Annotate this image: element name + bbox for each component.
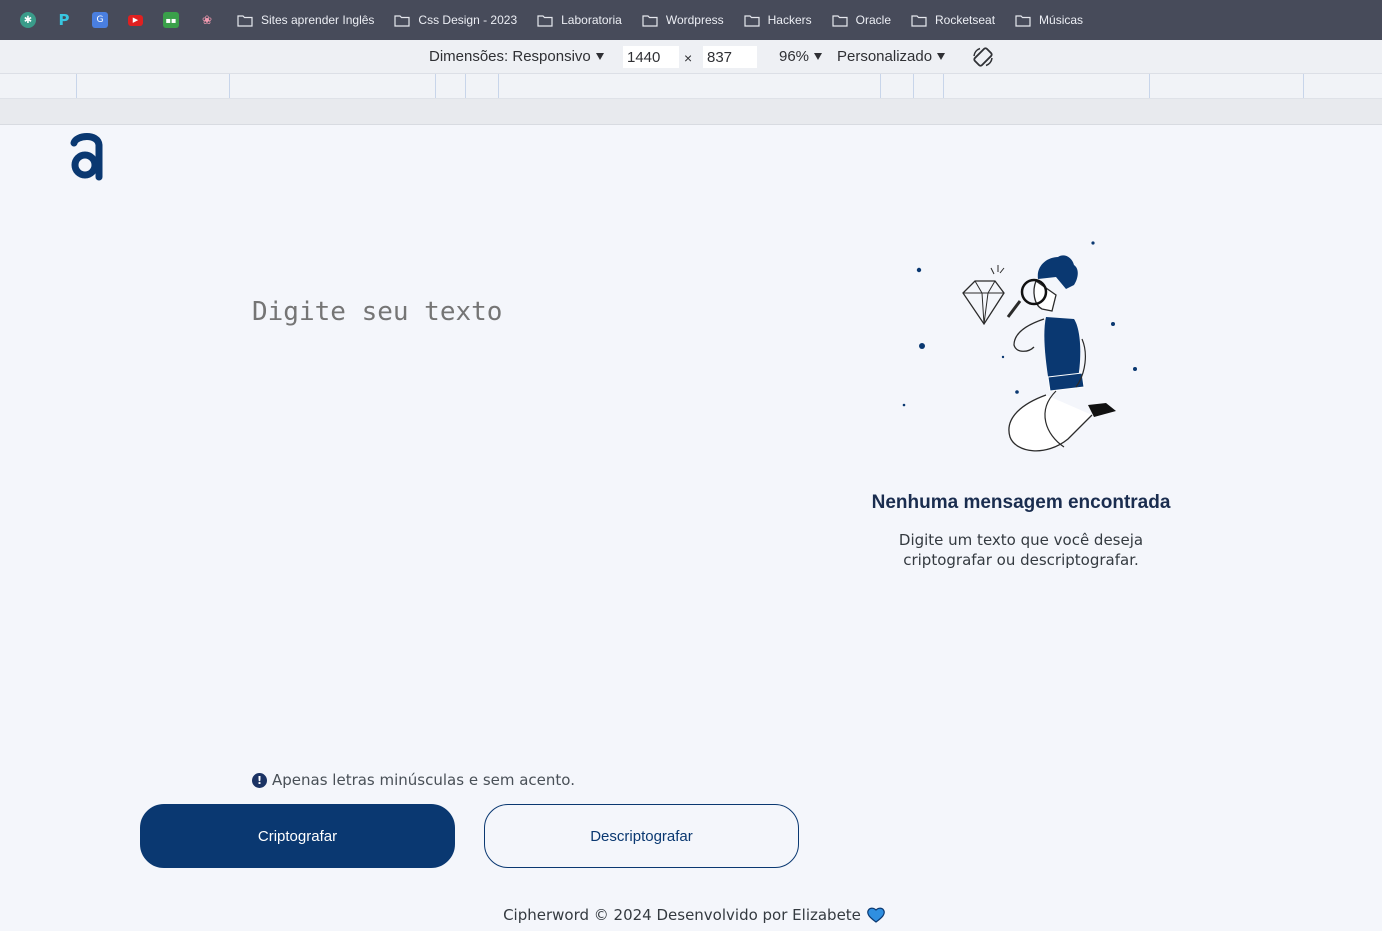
message-textarea[interactable] bbox=[252, 297, 792, 777]
folder-icon bbox=[1015, 14, 1031, 27]
bookmark-folder-label: Css Design - 2023 bbox=[418, 13, 518, 27]
bookmark-folder-label: Rocketseat bbox=[935, 13, 996, 27]
logo-icon bbox=[70, 133, 103, 181]
brain-icon[interactable]: ❀ bbox=[199, 12, 215, 28]
translate-icon[interactable]: G bbox=[92, 12, 108, 28]
width-input[interactable] bbox=[623, 46, 679, 68]
encrypt-button[interactable]: Criptografar bbox=[140, 804, 455, 868]
ruler-spacer bbox=[0, 99, 1382, 125]
bookmark-folder-label: Wordpress bbox=[665, 13, 724, 27]
heart-icon bbox=[867, 907, 885, 923]
throttle-dropdown[interactable]: Personalizado bbox=[837, 48, 946, 65]
rotate-icon[interactable] bbox=[972, 46, 994, 68]
bookmark-folder[interactable]: Oracle bbox=[832, 13, 891, 27]
bookmark-folder-label: Músicas bbox=[1039, 13, 1084, 27]
bookmark-folder[interactable]: Músicas bbox=[1015, 13, 1083, 27]
footer: Cipherword © 2024 Desenvolvido por Eliza… bbox=[0, 906, 1382, 924]
bookmark-folder-label: Oracle bbox=[855, 13, 891, 27]
ruler-marker bbox=[913, 74, 914, 98]
device-toolbar: Dimensões: Responsivo × 96% Personalizad… bbox=[0, 40, 1382, 74]
caret-down-icon bbox=[595, 53, 604, 60]
times-separator: × bbox=[684, 50, 693, 66]
folder-icon bbox=[537, 14, 553, 27]
folder-icon bbox=[911, 14, 927, 27]
ruler-marker bbox=[435, 74, 436, 98]
bookmark-folder[interactable]: Sites aprender Inglês bbox=[237, 13, 374, 27]
input-hint: ! Apenas letras minúsculas e sem acento. bbox=[252, 771, 575, 789]
bookmark-folder-label: Laboratoria bbox=[561, 13, 622, 27]
screen-icon[interactable]: ▪▪ bbox=[163, 12, 179, 28]
folder-icon bbox=[642, 14, 658, 27]
search-person-illustration bbox=[902, 241, 1137, 452]
info-icon: ! bbox=[252, 772, 267, 788]
bookmark-folder-label: Hackers bbox=[767, 13, 812, 27]
folder-icon bbox=[832, 14, 848, 27]
caret-down-icon bbox=[937, 53, 946, 60]
caret-down-icon bbox=[814, 53, 823, 60]
footer-text: Cipherword © 2024 Desenvolvido por Eliza… bbox=[503, 906, 861, 924]
chatgpt-icon[interactable]: ✱ bbox=[20, 12, 36, 28]
ruler-marker bbox=[880, 74, 881, 98]
ruler-marker bbox=[1149, 74, 1150, 98]
ruler-marker bbox=[498, 74, 499, 98]
zoom-dropdown[interactable]: 96% bbox=[779, 48, 823, 65]
throttle-label: Personalizado bbox=[837, 48, 933, 65]
ruler-marker bbox=[465, 74, 466, 98]
app-page: ! Apenas letras minúsculas e sem acento.… bbox=[0, 125, 1382, 931]
folder-icon bbox=[237, 14, 253, 27]
bookmark-folder[interactable]: Wordpress bbox=[642, 13, 724, 27]
ruler-marker bbox=[76, 74, 77, 98]
dimensions-label: Dimensões: Responsivo bbox=[429, 48, 591, 65]
hint-text: Apenas letras minúsculas e sem acento. bbox=[272, 771, 575, 789]
bookmarks-bar: ✱ P G ▶ ▪▪ ❀ Sites aprender Inglês Css D… bbox=[0, 0, 1382, 40]
bookmark-folder[interactable]: Css Design - 2023 bbox=[394, 13, 517, 27]
bookmark-folder[interactable]: Rocketseat bbox=[911, 13, 995, 27]
media-query-ruler[interactable] bbox=[0, 74, 1382, 99]
ruler-marker bbox=[943, 74, 944, 98]
bookmark-folder-label: Sites aprender Inglês bbox=[261, 13, 375, 27]
height-input[interactable] bbox=[703, 46, 757, 68]
folder-icon bbox=[744, 14, 760, 27]
dimensions-dropdown[interactable]: Dimensões: Responsivo bbox=[429, 48, 604, 65]
folder-icon bbox=[394, 14, 411, 27]
decrypt-button[interactable]: Descriptografar bbox=[484, 804, 799, 868]
bookmark-folder[interactable]: Laboratoria bbox=[537, 13, 622, 27]
result-text: Digite um texto que você deseja criptogr… bbox=[898, 531, 1144, 569]
ruler-marker bbox=[229, 74, 230, 98]
ruler-marker bbox=[1303, 74, 1304, 98]
zoom-label: 96% bbox=[779, 48, 810, 65]
pushbullet-icon[interactable]: P bbox=[56, 11, 72, 29]
youtube-icon[interactable]: ▶ bbox=[128, 14, 143, 26]
result-title: Nenhuma mensagem encontrada bbox=[871, 492, 1171, 513]
bookmark-folder[interactable]: Hackers bbox=[744, 13, 812, 27]
